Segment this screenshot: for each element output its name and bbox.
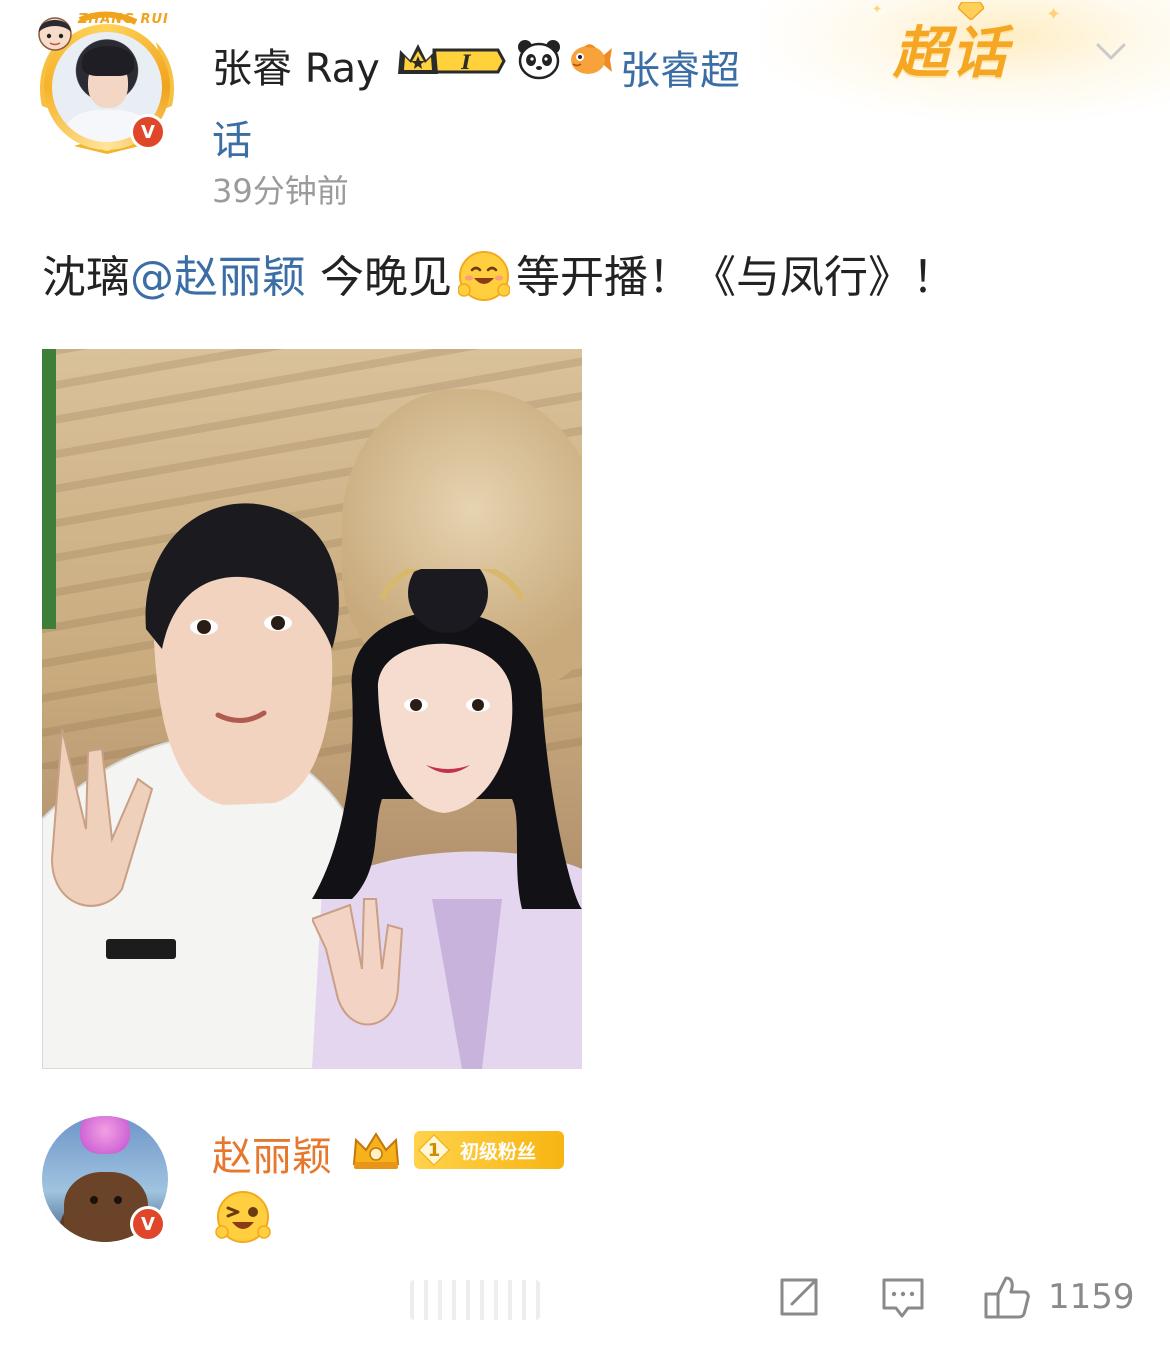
diamond-icon: [958, 2, 984, 20]
chevron-down-icon[interactable]: [1094, 34, 1128, 68]
share-button[interactable]: [776, 1274, 822, 1320]
like-count: 1159: [1048, 1277, 1135, 1317]
fan-badge-label: 初级粉丝: [460, 1140, 537, 1163]
fan-level-icon: 1: [414, 1131, 454, 1169]
post-photo[interactable]: [42, 349, 582, 1069]
crown-icon: [352, 1132, 400, 1169]
supertopic-link[interactable]: 张睿超话: [212, 36, 772, 176]
faded-overlay: [410, 1280, 540, 1320]
like-icon: [984, 1276, 1030, 1319]
like-button[interactable]: 1159: [984, 1274, 1135, 1320]
smile-emoji-icon: [458, 251, 510, 301]
sparkle-icon: ✦: [872, 2, 883, 16]
post-text-lead: 沈璃: [42, 252, 130, 303]
comment-button[interactable]: [880, 1274, 926, 1320]
share-icon: [780, 1278, 818, 1316]
post-text: 沈璃@赵丽颖 今晚见 等开播！《与凤行》！: [42, 248, 956, 308]
verified-badge: V: [130, 114, 166, 150]
commenter-verified-badge: V: [130, 1206, 166, 1242]
comment-icon: [882, 1278, 924, 1318]
chaohua-logo[interactable]: 超话: [893, 8, 1009, 89]
sparkle-icon: ✦: [1046, 4, 1062, 25]
avatar-frame-text: ZHANG RUI: [78, 12, 169, 27]
photo-person-right: [312, 569, 582, 1069]
commenter-name[interactable]: 赵丽颖: [212, 1124, 332, 1182]
post-text-mid: 今晚见: [306, 252, 452, 303]
fan-level-number: 1: [427, 1139, 441, 1161]
post-text-tail: 等开播！《与凤行》！: [516, 252, 956, 303]
author-avatar[interactable]: ZHANG RUI V: [34, 10, 180, 156]
mention-link[interactable]: @赵丽颖: [130, 252, 306, 303]
fan-level-badge: 1 初级粉丝: [414, 1131, 564, 1169]
chibi-sticker-icon: [38, 17, 72, 51]
post-timestamp: 39分钟前: [212, 172, 349, 210]
wink-emoji-icon: [215, 1191, 271, 1243]
